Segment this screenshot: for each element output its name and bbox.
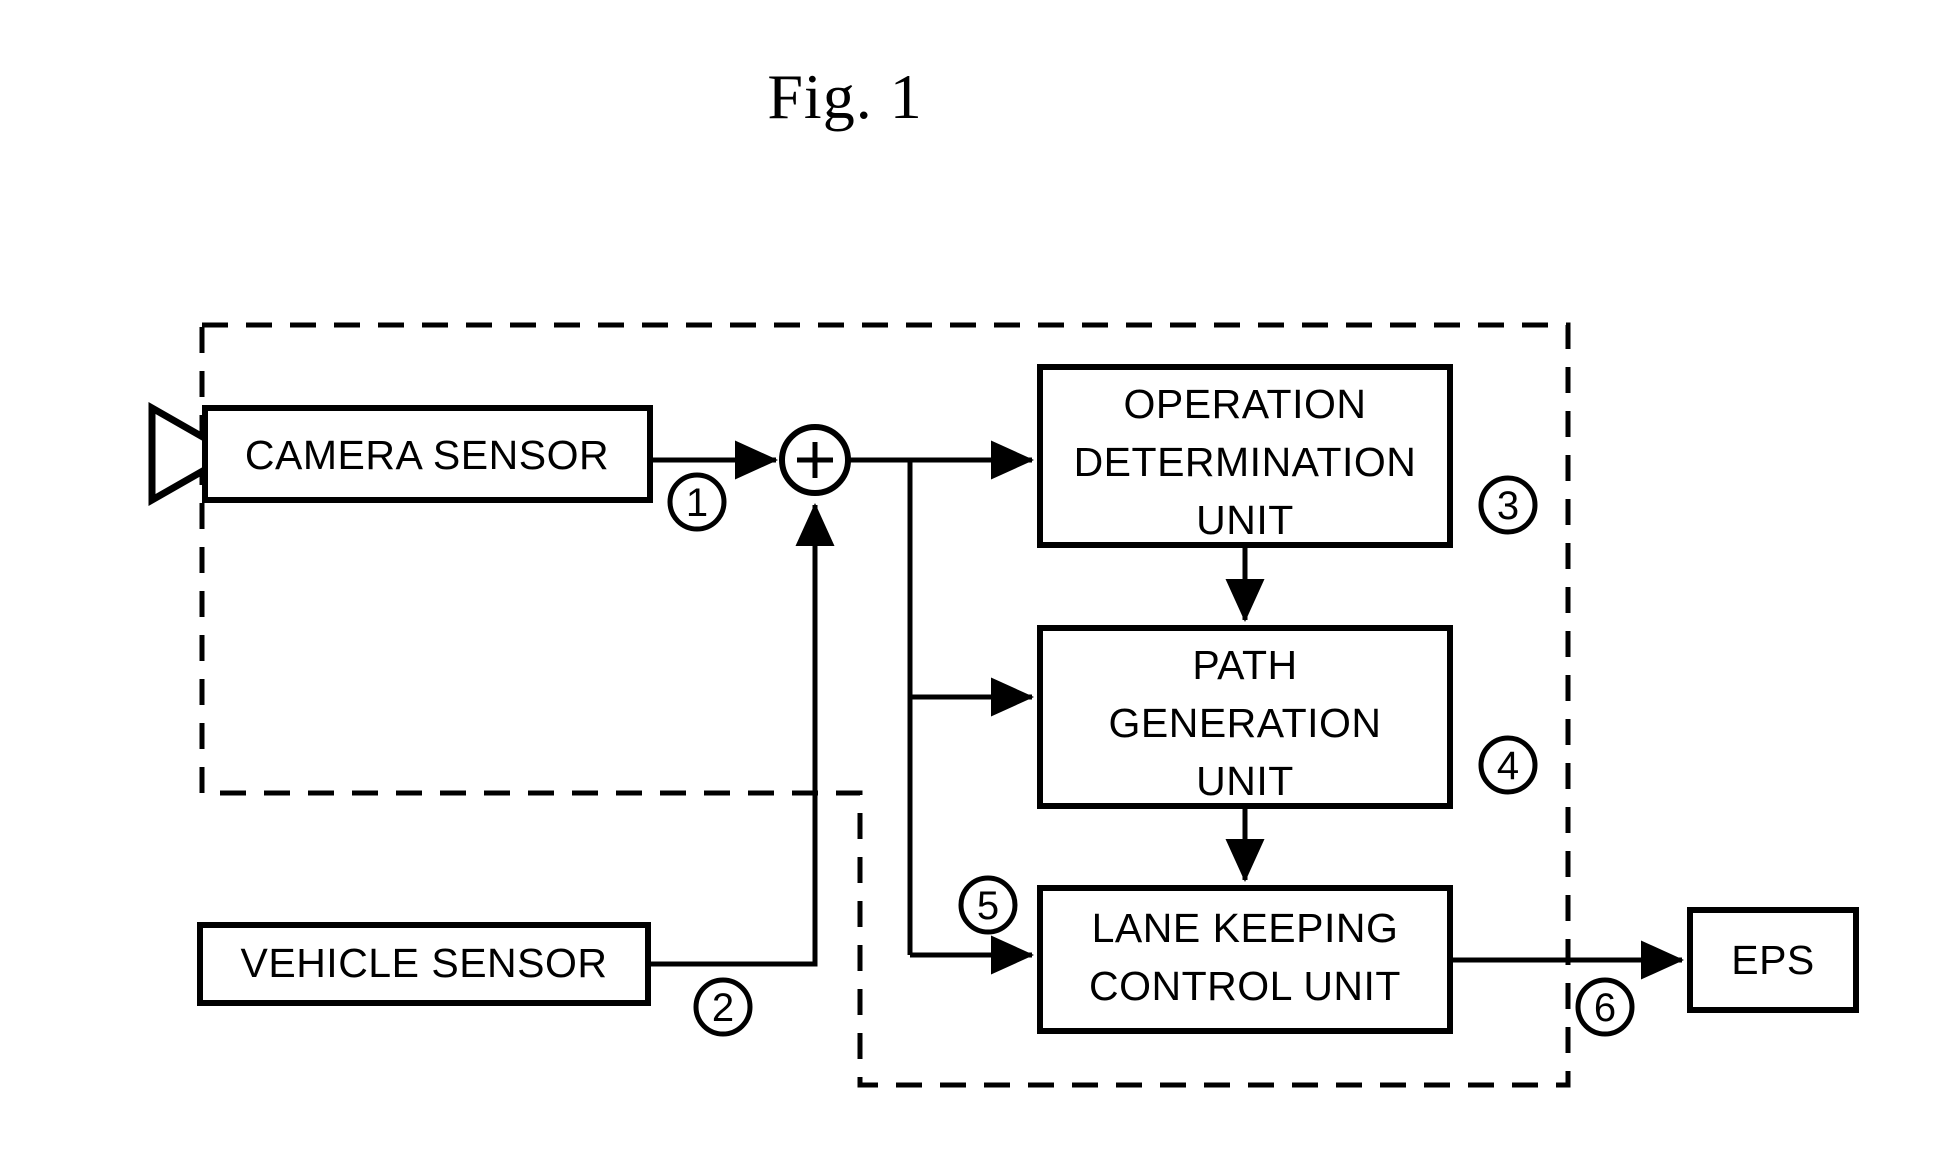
wire-vehicle-to-sum (648, 502, 835, 967)
path-generation-unit-label-line1: PATH (1192, 642, 1297, 688)
ref-marker-5-label: 5 (977, 884, 999, 928)
block-diagram-canvas: Fig. 1 CAMERA SENSOR 1 + VEHICLE SENSOR … (148, 61, 1859, 1088)
path-generation-unit-label-line2: GENERATION (1108, 700, 1381, 746)
lane-keeping-control-unit-label-line1: LANE KEEPING (1092, 905, 1399, 951)
figure-root: Fig. 1 CAMERA SENSOR 1 + VEHICLE SENSOR … (0, 0, 1949, 1174)
wire-sum-trunk (848, 457, 913, 955)
operation-determination-unit-label-line3: UNIT (1196, 497, 1294, 543)
lane-keeping-control-unit-label-line2: CONTROL UNIT (1089, 963, 1401, 1009)
ref-marker-3-label: 3 (1497, 484, 1519, 528)
operation-determination-unit-label-line1: OPERATION (1124, 381, 1367, 427)
eps-label: EPS (1731, 937, 1815, 983)
ref-marker-6-label: 6 (1594, 986, 1616, 1030)
camera-sensor-label: CAMERA SENSOR (245, 432, 609, 478)
ref-marker-1-label: 1 (686, 481, 708, 525)
ref-marker-4-label: 4 (1497, 744, 1519, 788)
page-title: Fig. 1 (767, 61, 922, 132)
operation-determination-unit-label-line2: DETERMINATION (1074, 439, 1417, 485)
vehicle-sensor-label: VEHICLE SENSOR (241, 940, 608, 986)
path-generation-unit-label-line3: UNIT (1196, 758, 1294, 804)
ref-marker-2-label: 2 (712, 986, 734, 1030)
